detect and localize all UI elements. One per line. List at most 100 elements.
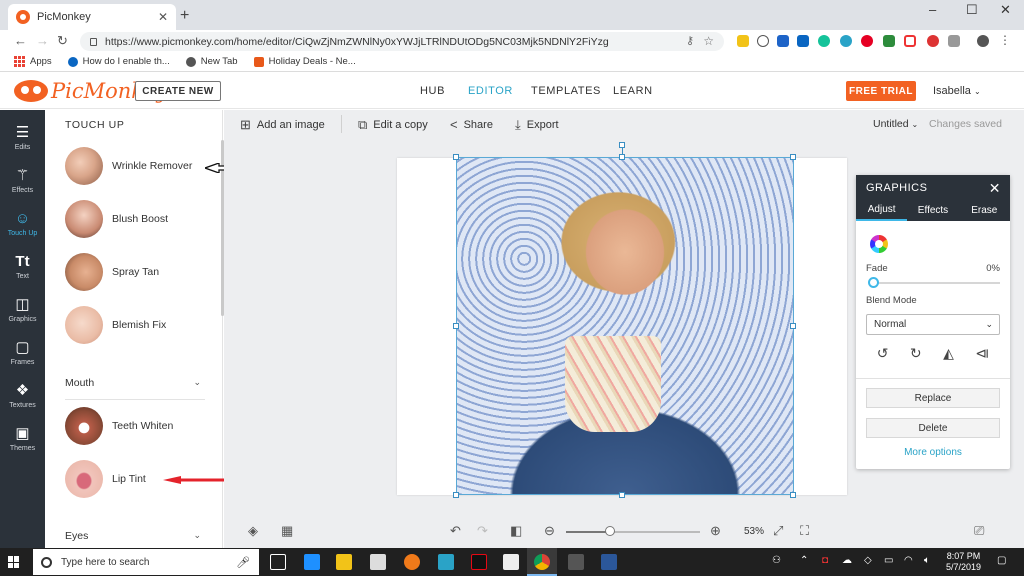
task-view-icon[interactable] (270, 554, 286, 570)
zoom-in-icon[interactable]: ⊕ (710, 523, 721, 539)
tool-spray-tan[interactable]: Spray Tan (65, 252, 215, 292)
zoom-slider-knob[interactable] (605, 526, 615, 536)
toolbar-touch-up[interactable]: ☺ Touch Up (0, 204, 45, 246)
nav-editor[interactable]: EDITOR (468, 85, 513, 97)
firefox-icon[interactable] (404, 554, 420, 570)
resize-handle-se[interactable] (790, 492, 796, 498)
bookmark-how-do-i[interactable]: How do I enable th... (67, 56, 170, 67)
create-new-button[interactable]: CREATE NEW (135, 81, 221, 101)
actual-size-icon[interactable]: ⛶ (800, 523, 809, 539)
tab-close-icon[interactable]: ✕ (158, 10, 168, 24)
edge-icon[interactable] (304, 554, 320, 570)
toolbar-textures[interactable]: ❖ Textures (0, 376, 45, 418)
extension-icon[interactable] (777, 35, 789, 47)
add-image-button[interactable]: ⊞ Add an image (240, 117, 325, 133)
wifi-icon[interactable]: ◠ (904, 555, 913, 566)
toolbar-graphics[interactable]: ◫ Graphics (0, 290, 45, 332)
resize-handle-nw[interactable] (453, 154, 459, 160)
chrome-icon[interactable] (534, 554, 550, 570)
photo-layer[interactable] (456, 157, 794, 495)
nav-learn[interactable]: LEARN (613, 85, 653, 97)
replace-button[interactable]: Replace (866, 388, 1000, 408)
extension-icon-2[interactable] (840, 35, 852, 47)
microphone-icon[interactable]: 🎤︎ (236, 556, 250, 569)
share-button[interactable]: < Share (450, 117, 493, 132)
flip-vertical-icon[interactable]: ⧏ (975, 345, 989, 362)
tab-adjust[interactable]: Adjust (856, 200, 908, 221)
edit-copy-button[interactable]: ⧉ Edit a copy (358, 117, 428, 133)
rotate-right-icon[interactable]: ↻ (910, 345, 922, 362)
bookmark-star-icon[interactable]: ☆ (703, 34, 714, 48)
bookmark-holiday-deals[interactable]: Holiday Deals - Ne... (253, 56, 356, 67)
tray-app-icon[interactable]: ◘ (822, 555, 828, 566)
close-icon[interactable]: ✕ (989, 180, 1001, 197)
mail-icon[interactable] (503, 554, 519, 570)
zoom-out-icon[interactable]: ⊖ (544, 523, 555, 539)
extension-icon-4[interactable] (904, 35, 916, 47)
resize-handle-sw[interactable] (453, 492, 459, 498)
extension-icon-3[interactable] (883, 35, 895, 47)
battery-icon[interactable]: ▭ (884, 555, 893, 566)
fade-slider[interactable] (870, 282, 1000, 284)
new-tab-button[interactable]: + (180, 7, 189, 25)
minimize-button[interactable]: – (929, 2, 936, 17)
grammarly-icon[interactable] (818, 35, 830, 47)
redo-icon[interactable]: ↷ (477, 523, 488, 539)
nav-hub[interactable]: HUB (420, 85, 445, 97)
fit-screen-icon[interactable]: ⤢ (773, 523, 783, 539)
file-explorer-icon[interactable] (336, 554, 352, 570)
fade-slider-knob[interactable] (868, 277, 879, 288)
linkedin-extension-icon[interactable] (797, 35, 809, 47)
pinterest-icon[interactable] (861, 35, 873, 47)
color-wheel-icon[interactable] (870, 235, 888, 253)
resize-handle-w[interactable] (453, 323, 459, 329)
toolbar-frames[interactable]: ▢ Frames (0, 333, 45, 375)
tray-chevron-icon[interactable]: ⌃ (800, 555, 808, 566)
address-bar[interactable]: https://www.picmonkey.com/home/editor/Ci… (80, 32, 724, 51)
extension-icon-6[interactable] (948, 35, 960, 47)
store-icon[interactable] (370, 554, 386, 570)
grid-icon[interactable]: ▦ (281, 523, 293, 539)
extension-icon-5[interactable] (927, 35, 939, 47)
key-icon[interactable]: ⚷ (686, 34, 694, 47)
netflix-icon[interactable] (471, 554, 487, 570)
browser-tab[interactable]: PicMonkey ✕ (8, 4, 176, 30)
tool-blush-boost[interactable]: Blush Boost (65, 199, 215, 239)
export-button[interactable]: ⤓ Export (515, 117, 559, 133)
resize-handle-s[interactable] (619, 492, 625, 498)
resize-handle-n[interactable] (619, 154, 625, 160)
user-menu[interactable]: Isabella ⌄ (933, 85, 981, 97)
rotate-handle[interactable] (619, 142, 625, 148)
pocket-icon[interactable] (757, 35, 769, 47)
taskbar-clock[interactable]: 8:07 PM 5/7/2019 (946, 551, 981, 573)
resize-handle-ne[interactable] (790, 154, 796, 160)
toolbar-edits[interactable]: ☰ Edits (0, 118, 45, 160)
snipping-tool-icon[interactable] (568, 554, 584, 570)
onedrive-icon[interactable]: ☁ (842, 555, 852, 566)
menu-dots-icon[interactable]: ⋮ (999, 34, 1011, 47)
toolbar-themes[interactable]: ▣ Themes (0, 419, 45, 461)
back-arrow-icon[interactable]: ← (14, 33, 27, 48)
taskbar-search[interactable]: Type here to search 🎤︎ (33, 549, 259, 575)
window-close-button[interactable]: ✕ (1000, 2, 1011, 18)
section-mouth[interactable]: Mouth ⌄ (65, 377, 205, 389)
url-text[interactable]: https://www.picmonkey.com/home/editor/Ci… (105, 36, 609, 48)
dropbox-icon[interactable]: ◇ (864, 555, 872, 566)
people-icon[interactable]: ⚇ (772, 555, 781, 566)
present-icon[interactable]: ⎚ (974, 523, 984, 539)
free-trial-button[interactable]: FREE TRIAL (846, 81, 916, 101)
delete-button[interactable]: Delete (866, 418, 1000, 438)
toolbar-text[interactable]: Tt Text (0, 247, 45, 289)
tool-blemish-fix[interactable]: Blemish Fix (65, 305, 215, 345)
word-icon[interactable] (601, 554, 617, 570)
tool-wrinkle-remover[interactable]: Wrinkle Remover (65, 146, 215, 186)
section-eyes[interactable]: Eyes ⌄ (65, 530, 205, 542)
profile-avatar[interactable] (977, 35, 989, 47)
toolbar-effects[interactable]: ⚚ Effects (0, 161, 45, 203)
extension-badge-icon[interactable] (737, 35, 749, 47)
maximize-button[interactable]: ☐ (966, 2, 978, 18)
windows-start-icon[interactable] (8, 556, 20, 568)
notification-icon[interactable]: ▢ (997, 555, 1006, 566)
reload-icon[interactable]: ↻ (57, 33, 68, 49)
rotate-left-icon[interactable]: ↺ (877, 345, 889, 362)
